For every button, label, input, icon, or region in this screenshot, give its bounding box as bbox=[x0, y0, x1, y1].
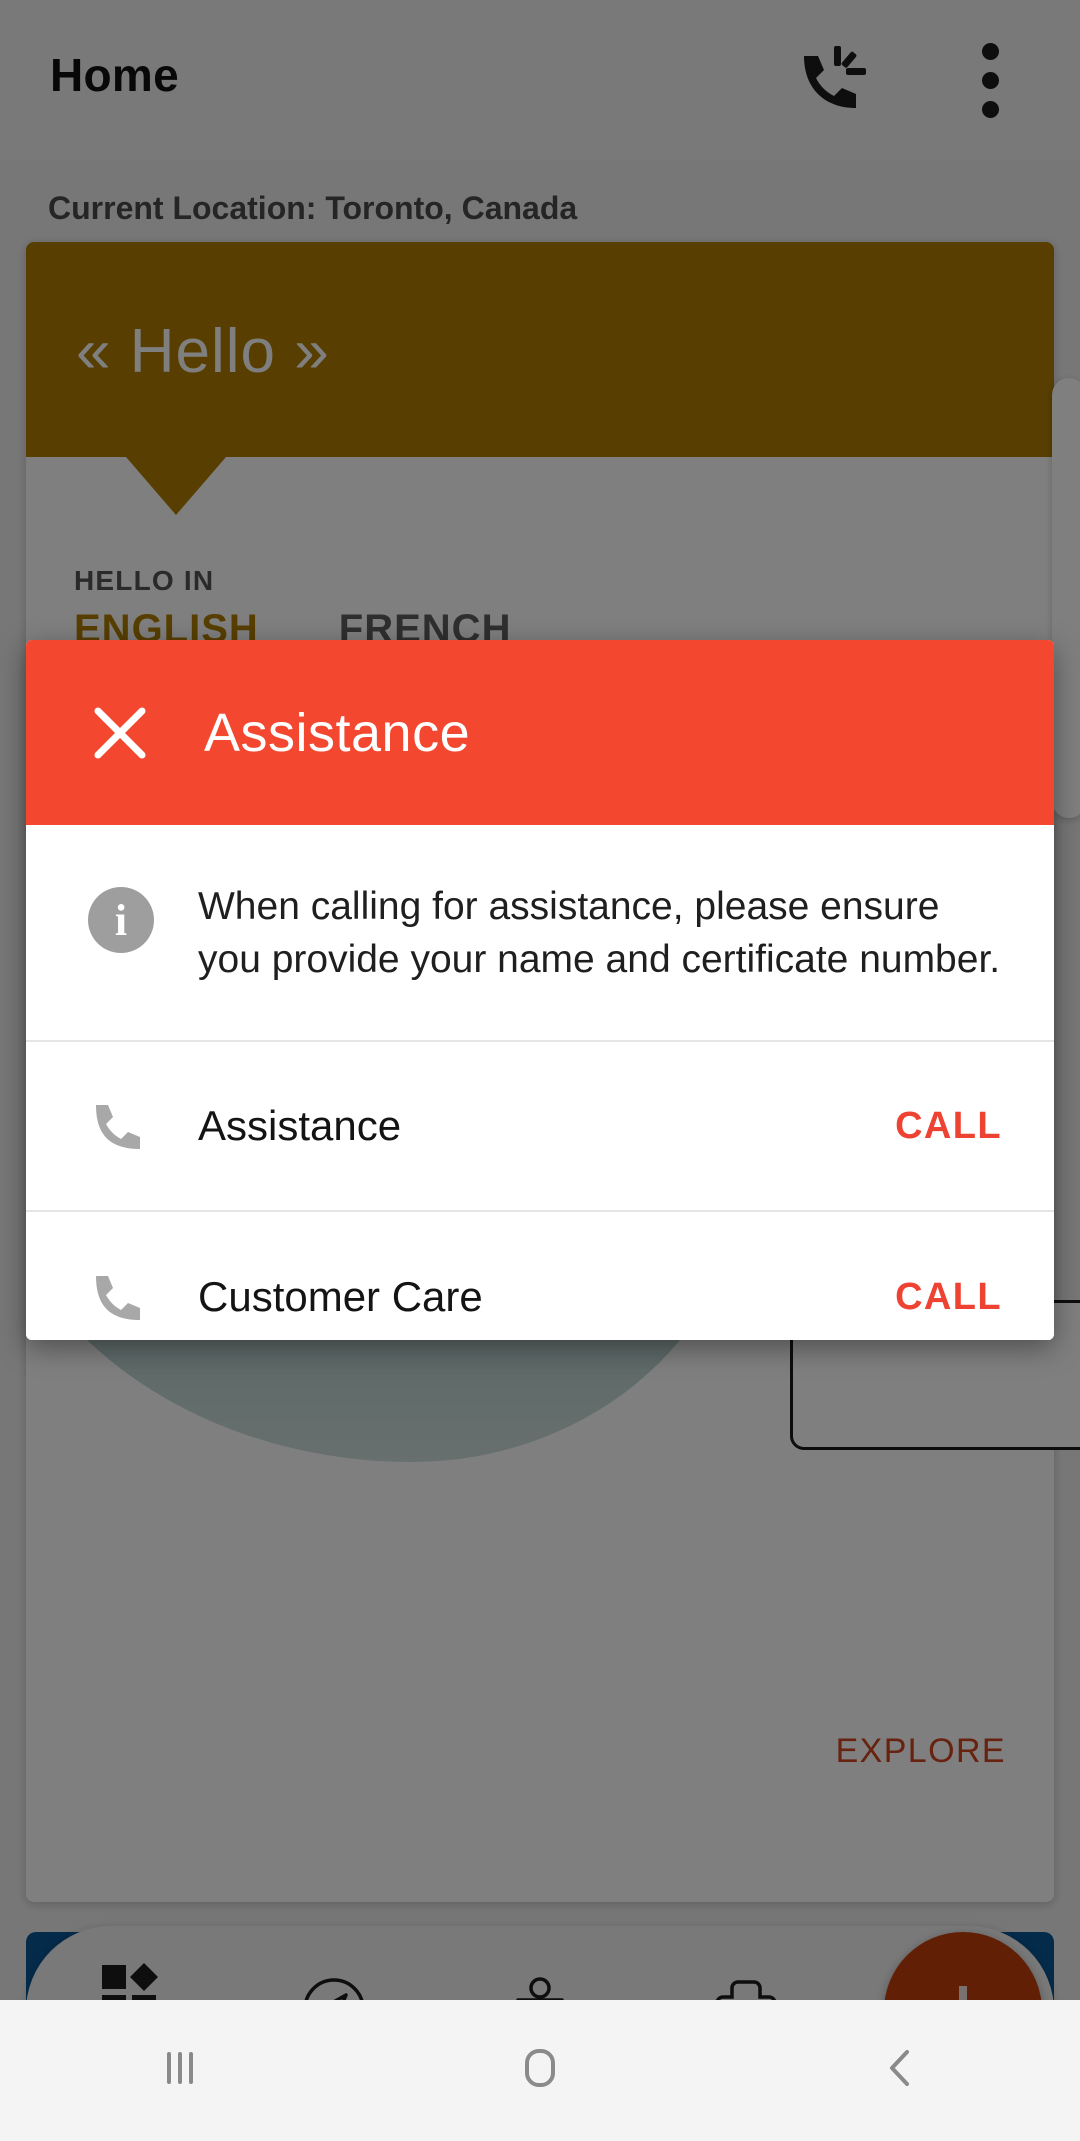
dashboard-icon bbox=[98, 1959, 160, 2000]
nav-item-home[interactable]: Home bbox=[26, 1926, 232, 2000]
dialog-info-text: When calling for assistance, please ensu… bbox=[198, 885, 1001, 981]
back-icon bbox=[870, 2038, 930, 2103]
current-location-text: Current Location: Toronto, Canada bbox=[48, 190, 578, 226]
assistance-dialog: Assistance i When calling for assistance… bbox=[26, 640, 1054, 1340]
page-title: Home bbox=[50, 49, 180, 101]
plus-icon bbox=[928, 1974, 998, 2000]
recents-button[interactable] bbox=[0, 2000, 360, 2141]
book-icon bbox=[507, 1976, 573, 2000]
nav-item-guide[interactable] bbox=[437, 1926, 643, 2000]
nav-item-explore[interactable] bbox=[232, 1926, 438, 2000]
phone-icon bbox=[88, 1266, 150, 1328]
info-icon: i bbox=[88, 887, 154, 953]
ringing-phone-icon[interactable] bbox=[790, 38, 874, 122]
dialog-header: Assistance bbox=[26, 640, 1054, 825]
home-button[interactable] bbox=[360, 2000, 720, 2141]
close-icon[interactable] bbox=[88, 701, 152, 765]
call-row-customer-care[interactable]: Customer Care CALL bbox=[26, 1212, 1054, 1340]
call-button[interactable]: CALL bbox=[895, 1276, 1002, 1319]
system-navigation-bar bbox=[0, 2000, 1080, 2141]
recents-icon bbox=[150, 2038, 210, 2103]
explore-button[interactable]: EXPLORE bbox=[836, 1732, 1006, 1771]
compass-icon bbox=[301, 1976, 367, 2000]
hello-bubble: « Hello » bbox=[26, 242, 1054, 457]
home-icon bbox=[510, 2038, 570, 2103]
hello-bubble-tail bbox=[126, 457, 226, 515]
back-button[interactable] bbox=[720, 2000, 1080, 2141]
dialog-info-row: i When calling for assistance, please en… bbox=[26, 825, 1054, 1043]
dialog-title: Assistance bbox=[204, 702, 471, 763]
overflow-menu-icon[interactable] bbox=[960, 36, 1020, 124]
call-button[interactable]: CALL bbox=[895, 1105, 1002, 1148]
medical-cross-icon bbox=[713, 1976, 779, 2000]
hello-bubble-text: « Hello » bbox=[76, 317, 330, 386]
call-row-label: Assistance bbox=[198, 1102, 402, 1150]
phone-screen: Current Location: Toronto, Canada « Hell… bbox=[0, 0, 1080, 2141]
offscreen-peek-card[interactable] bbox=[1052, 378, 1080, 818]
call-row-assistance[interactable]: Assistance CALL bbox=[26, 1042, 1054, 1213]
nav-item-medical[interactable] bbox=[643, 1926, 849, 2000]
app-bar: Home bbox=[0, 0, 1080, 160]
phone-icon bbox=[88, 1095, 150, 1157]
bottom-navigation-bar: Home bbox=[26, 1926, 1054, 2000]
call-row-label: Customer Care bbox=[198, 1273, 483, 1321]
hello-in-label: HELLO IN bbox=[74, 565, 215, 596]
